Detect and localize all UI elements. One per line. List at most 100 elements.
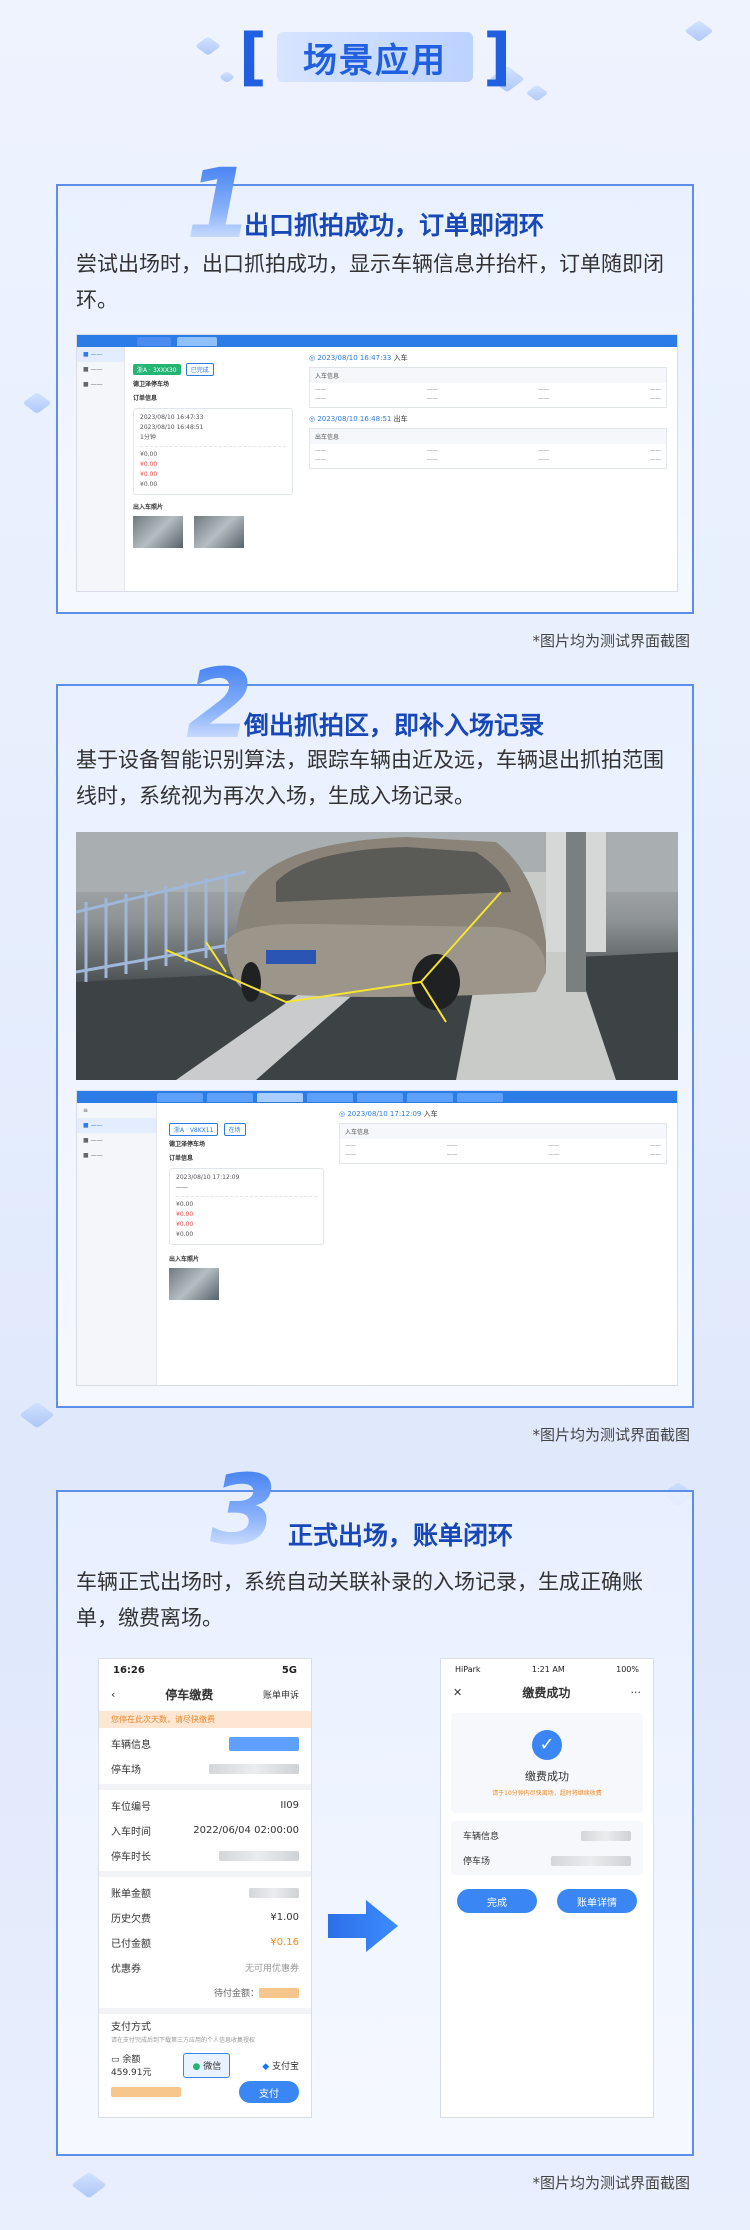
status-tag: 在场 (223, 1123, 246, 1136)
record-2-type: 出车 (393, 415, 408, 423)
blurred-value (111, 2087, 181, 2097)
lot-label: 停车场 (111, 1765, 141, 1776)
alipay-option[interactable]: ◆ 支付宝 (262, 2059, 299, 2072)
plate-chip (229, 1736, 299, 1751)
desk-tab (407, 1093, 453, 1102)
fee-paid: ¥0.00 (140, 461, 158, 468)
car-capture-photo (76, 832, 678, 1080)
entry-photo[interactable] (133, 516, 183, 548)
sidebar-item: ■ —— (83, 1152, 103, 1159)
entry-time: 2023/08/10 17:12:09 (176, 1174, 240, 1181)
order-info-label: 订单信息 (133, 395, 158, 402)
pay-method-label: 支付方式 (111, 2022, 151, 2033)
back-icon[interactable]: ‹ (111, 1688, 115, 1701)
lot-name: 德卫泽停车场 (133, 381, 170, 388)
car-scene (76, 832, 678, 1080)
fee-paid: ¥0.00 (176, 1211, 194, 1218)
coupon-value[interactable]: 无可用优惠券 (245, 1961, 299, 1974)
page-header: [ 场景应用 ] (0, 22, 750, 92)
balance-option[interactable]: ▭ 余额 459.91元 (111, 2052, 152, 2078)
sidebar-item: ■ —— (77, 347, 124, 362)
status-time: 1:21 AM (531, 1665, 565, 1674)
blurred-value (209, 1763, 299, 1774)
nav-bar: ‹ 停车缴费 账单申诉 (99, 1682, 311, 1711)
decor-cube (71, 2171, 107, 2199)
section-title: 出口抓拍成功，订单即闭环 (244, 211, 545, 240)
entry-photo[interactable] (169, 1268, 219, 1300)
order-detail-screenshot: ≡ ■ —— ■ —— ■ —— 浙A · V8KX11 在场 德卫泽停车场 订… (76, 1090, 678, 1386)
close-icon[interactable]: ✕ (453, 1686, 462, 1699)
status-battery: 100% (616, 1665, 639, 1674)
paid-value[interactable]: ¥0.16 (270, 1937, 299, 1948)
pay-hint: 请在支付完成后到下载第三方应用的个人信息收集授权 (111, 2037, 256, 2044)
desk-tab (357, 1093, 403, 1102)
order-detail-screenshot: ■ —— ■ —— ■ —— 浙A · 3XXX30 已完成 德卫泽停车场 订单… (76, 334, 678, 592)
history-label: 历史欠费 (111, 1914, 151, 1925)
photos-label: 出入车照片 (169, 1256, 200, 1263)
record-2: 出车信息 —— —— —— —— —— —— —— —— (309, 428, 667, 469)
section-description: 基于设备智能识别算法，跟踪车辆由近及远，车辆退出抓拍范围线时，系统视为再次入场，… (76, 748, 664, 808)
section-number: 1 (186, 148, 253, 260)
fee-due: ¥0.00 (140, 481, 158, 488)
desk-topbar (77, 335, 677, 347)
record-1: 入车信息 —— —— —— —— —— —— —— —— (309, 367, 667, 408)
record-2-header: ◎ 2023/08/10 16:48:51 出车 (309, 415, 408, 423)
due-label: 待付金额： (213, 1989, 259, 1999)
nav-bar: ✕ 缴费成功 ··· (441, 1680, 653, 1709)
wechat-label: 微信 (203, 2061, 222, 2072)
done-button[interactable]: 完成 (457, 1889, 537, 1913)
exit-time: 2023/08/10 16:48:51 (140, 424, 204, 431)
section-2: 2 倒出抓拍区，即补入场记录 基于设备智能识别算法，跟踪车辆由近及远，车辆退出抓… (56, 656, 694, 1408)
desk-sidebar: ■ —— ■ —— ■ —— (77, 347, 125, 591)
coupon-label: 优惠券 (111, 1964, 141, 1975)
blurred-value (219, 1850, 299, 1861)
order-card: 2023/08/10 17:12:09 —— ¥0.00 ¥0.00 ¥0.00… (169, 1168, 324, 1245)
fee-due: ¥0.00 (176, 1231, 194, 1238)
order-summary: 浙A · V8KX11 在场 德卫泽停车场 订单信息 2023/08/10 17… (169, 1117, 324, 1304)
section-number: 2 (186, 648, 253, 760)
fee-discount: ¥0.00 (140, 471, 158, 478)
vehicle-group: 车辆信息 停车场 (99, 1728, 311, 1790)
exit-photo[interactable] (194, 516, 245, 548)
section-title: 倒出抓拍区，即补入场记录 (244, 711, 545, 740)
decor-cube (19, 1401, 55, 1429)
header-bracket-left: [ (238, 20, 267, 93)
wallet-icon: ▭ (111, 2055, 120, 2065)
pay-button[interactable]: 支付 (239, 2081, 299, 2103)
entry-value: 2022/06/04 02:00:00 (193, 1825, 299, 1836)
arrow-right-icon (328, 1900, 398, 1952)
blurred-value (259, 1987, 299, 1998)
photos-label: 出入车照片 (133, 504, 164, 511)
status-time: 16:26 (113, 1665, 145, 1676)
appeal-link[interactable]: 账单申诉 (263, 1688, 299, 1701)
order-info-label: 订单信息 (169, 1155, 194, 1162)
screenshot-caption: *图片均为测试界面截图 (532, 1426, 690, 1444)
desk-tab (257, 1093, 303, 1102)
blurred-value (581, 1830, 631, 1841)
section-number: 3 (210, 1454, 277, 1566)
desk-tab (137, 337, 171, 346)
desk-tab (157, 1093, 203, 1102)
vehicle-label: 车辆信息 (463, 1832, 500, 1842)
status-signal: 5G (281, 1665, 297, 1676)
fee-group: 账单金额 历史欠费 ¥1.00 已付金额 ¥0.16 优惠券 无可用优惠券 待付金额： (99, 1877, 311, 2014)
entry-time: 2023/08/10 16:47:33 (140, 414, 204, 421)
warning-banner: 您停在此次天数，请尽快缴费 (99, 1711, 311, 1728)
payment-success-screen: HiPark 1:21 AM 100% ✕ 缴费成功 ··· ✓ 缴费成功 请于… (440, 1658, 654, 2118)
record-2-time: 2023/08/10 16:48:51 (317, 415, 392, 423)
desk-tab (307, 1093, 353, 1102)
page-title: 场景应用 (277, 32, 473, 82)
more-icon[interactable]: ··· (630, 1686, 641, 1699)
status-bar: 16:26 5G (99, 1659, 311, 1682)
wechat-option[interactable]: ● 微信 (183, 2052, 231, 2078)
history-value[interactable]: ¥1.00 (270, 1912, 299, 1923)
sidebar-item: ■ —— (83, 381, 103, 388)
nav-title: 缴费成功 (522, 1686, 571, 1700)
desk-topbar (77, 1091, 677, 1103)
bill-detail-button[interactable]: 账单详情 (557, 1889, 637, 1913)
fee-total: ¥0.00 (140, 451, 158, 458)
duration-label: 停车时长 (111, 1852, 151, 1863)
record-1-time: 2023/08/10 17:12:09 (347, 1110, 422, 1118)
section-3: 3 正式出场，账单闭环 车辆正式出场时，系统自动关联补录的入场记录，生成正确账单… (56, 1462, 694, 2156)
success-card: ✓ 缴费成功 请于10分钟内尽快离场，超时将继续收费 (451, 1713, 643, 1813)
